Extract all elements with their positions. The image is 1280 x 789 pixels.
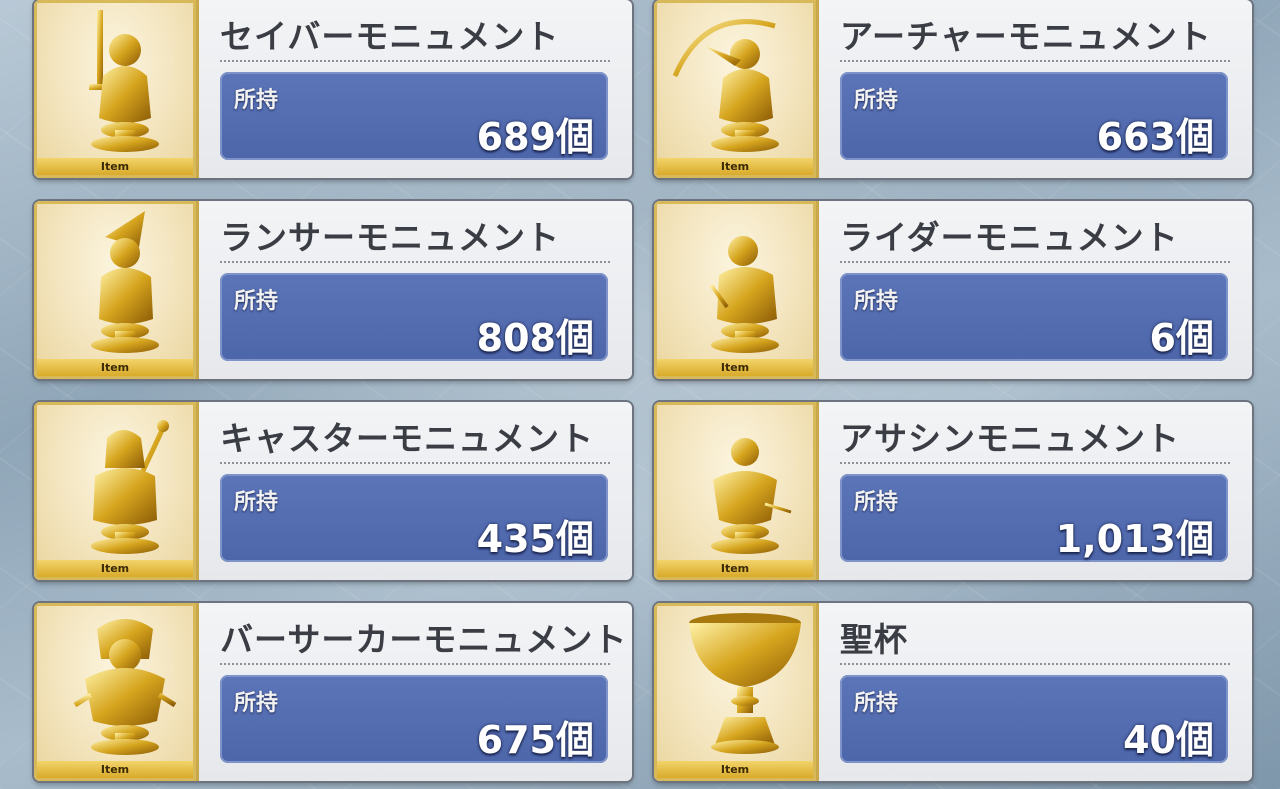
divider — [840, 60, 1230, 62]
item-thumbnail: Item — [654, 0, 819, 178]
rider-monument-icon — [709, 236, 779, 353]
item-thumbnail: Item — [34, 201, 199, 379]
item-card-archer-monument[interactable]: Item アーチャーモニュメント 所持 663個 — [654, 0, 1252, 178]
owned-count: 663個 — [1096, 115, 1214, 159]
item-card-caster-monument[interactable]: Item キャスターモニュメント 所持 435個 — [34, 402, 632, 580]
owned-label: 所持 — [854, 490, 899, 515]
owned-label: 所持 — [234, 289, 279, 314]
item-type-strip: Item — [657, 158, 813, 175]
item-type-strip: Item — [37, 560, 193, 577]
item-thumbnail: Item — [654, 402, 819, 580]
item-type-strip: Item — [657, 560, 813, 577]
owned-panel: 所持 1,013個 — [840, 474, 1228, 562]
item-card-saber-monument[interactable]: Item セイバーモニュメント 所持 689個 — [34, 0, 632, 178]
item-name: ライダーモニュメント — [840, 218, 1179, 257]
item-name: キャスターモニュメント — [220, 419, 594, 458]
item-type-strip: Item — [37, 158, 193, 175]
owned-count: 435個 — [476, 517, 594, 561]
item-thumbnail: Item — [34, 0, 199, 178]
item-name: アサシンモニュメント — [840, 419, 1180, 458]
item-name: セイバーモニュメント — [220, 17, 560, 56]
item-card-lancer-monument[interactable]: Item ランサーモニュメント 所持 808個 — [34, 201, 632, 379]
divider — [220, 462, 610, 464]
owned-label: 所持 — [854, 691, 899, 716]
item-thumbnail: Item — [654, 603, 819, 781]
divider — [840, 663, 1230, 665]
item-name: 聖杯 — [840, 620, 908, 659]
item-thumbnail: Item — [34, 603, 199, 781]
saber-monument-icon — [89, 10, 159, 152]
owned-count: 689個 — [476, 115, 594, 159]
item-grid: Item セイバーモニュメント 所持 689個 Item アーチャーモニュメント — [34, 0, 1252, 789]
owned-label: 所持 — [234, 490, 279, 515]
item-thumbnail: Item — [654, 201, 819, 379]
holy-grail-icon — [689, 613, 801, 754]
owned-panel: 所持 40個 — [840, 675, 1228, 763]
item-card-holy-grail[interactable]: Item 聖杯 所持 40個 — [654, 603, 1252, 781]
owned-panel: 所持 808個 — [220, 273, 608, 361]
owned-panel: 所持 663個 — [840, 72, 1228, 160]
item-type-strip: Item — [657, 359, 813, 376]
owned-count: 675個 — [476, 718, 594, 762]
divider — [220, 663, 610, 665]
divider — [840, 261, 1230, 263]
divider — [220, 261, 610, 263]
owned-count: 808個 — [476, 316, 594, 360]
owned-count: 1,013個 — [1055, 517, 1214, 561]
lancer-monument-icon — [91, 211, 159, 353]
owned-count: 40個 — [1123, 718, 1214, 762]
item-type-strip: Item — [37, 359, 193, 376]
item-card-assassin-monument[interactable]: Item アサシンモニュメント 所持 1,013個 — [654, 402, 1252, 580]
owned-label: 所持 — [854, 88, 899, 113]
owned-label: 所持 — [234, 88, 279, 113]
owned-panel: 所持 435個 — [220, 474, 608, 562]
item-name: バーサーカーモニュメント — [220, 620, 628, 659]
divider — [220, 60, 610, 62]
assassin-monument-icon — [711, 438, 792, 554]
archer-monument-icon — [672, 19, 779, 152]
berserker-monument-icon — [73, 619, 177, 755]
caster-monument-icon — [91, 420, 169, 554]
owned-label: 所持 — [854, 289, 899, 314]
owned-label: 所持 — [234, 691, 279, 716]
owned-panel: 所持 675個 — [220, 675, 608, 763]
item-card-rider-monument[interactable]: Item ライダーモニュメント 所持 6個 — [654, 201, 1252, 379]
item-type-strip: Item — [657, 761, 813, 778]
item-name: ランサーモニュメント — [220, 218, 560, 257]
item-name: アーチャーモニュメント — [840, 17, 1212, 56]
owned-panel: 所持 6個 — [840, 273, 1228, 361]
item-card-berserker-monument[interactable]: Item バーサーカーモニュメント 所持 675個 — [34, 603, 632, 781]
item-type-strip: Item — [37, 761, 193, 778]
owned-panel: 所持 689個 — [220, 72, 608, 160]
owned-count: 6個 — [1149, 316, 1214, 360]
divider — [840, 462, 1230, 464]
item-thumbnail: Item — [34, 402, 199, 580]
